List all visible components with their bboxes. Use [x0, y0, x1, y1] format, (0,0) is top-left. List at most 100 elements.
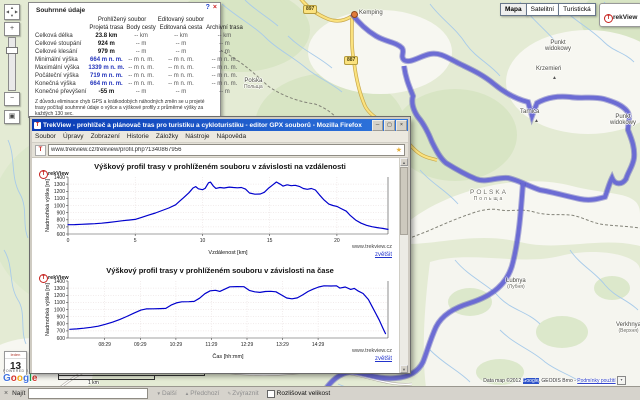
svg-text:600: 600 — [57, 336, 66, 342]
menu-item-2[interactable]: Zobrazení — [91, 133, 120, 140]
find-label: Najít — [12, 390, 25, 397]
table-row: Konečné převýšení-55 m-- m-- m-- m — [34, 88, 244, 96]
page-content: TrekView Výškový profil trasy v prohlíže… — [32, 158, 408, 373]
svg-text:Nadmořská výška [m]: Nadmořská výška [m] — [45, 179, 51, 232]
svg-text:1300: 1300 — [54, 182, 65, 188]
down-arrow-icon: ▼ — [156, 391, 160, 396]
find-next-button[interactable]: ▼Další — [156, 390, 176, 397]
enlarge-link[interactable]: zvětšit — [375, 252, 392, 258]
site-favicon-icon: T — [35, 145, 46, 156]
summary-panel: ?× Souhrnné údaje Prohlížený souborEdito… — [28, 2, 221, 118]
svg-text:1100: 1100 — [54, 300, 65, 306]
svg-text:08:29: 08:29 — [98, 342, 111, 348]
table-group-header-row: Prohlížený souborEditovaný soubor — [34, 16, 244, 24]
table-row: Celkové stoupání924 m-- m-- m-- m — [34, 40, 244, 48]
map-label-tarnica: Tarnica — [520, 109, 539, 115]
map-type-mapa-button[interactable]: Mapa — [500, 3, 527, 16]
vertical-scrollbar[interactable]: ▲ ▼ — [399, 158, 408, 373]
menu-item-0[interactable]: Soubor — [35, 133, 56, 140]
window-title: TrekView - prohlížeč a plánovač tras pro… — [43, 122, 371, 129]
trekview-logo-button[interactable]: TrekView — [599, 3, 640, 27]
scroll-up-icon[interactable]: ▲ — [400, 158, 408, 166]
menu-item-1[interactable]: Úpravy — [63, 133, 84, 140]
match-case-checkbox[interactable]: Rozlišovat velikost — [267, 390, 330, 398]
panel-close-button[interactable]: × — [213, 4, 217, 11]
scrollbar-thumb[interactable] — [400, 167, 408, 235]
svg-text:1000: 1000 — [54, 203, 65, 209]
maximize-button[interactable]: ▢ — [384, 120, 395, 131]
svg-text:11:29: 11:29 — [205, 342, 217, 348]
panel-title: Souhrnné údaje — [29, 3, 220, 16]
pan-control[interactable]: ▲ ▼ ◀ ▶ — [4, 4, 20, 20]
svg-text:900: 900 — [57, 210, 66, 216]
find-previous-button[interactable]: ▲Předchozí — [185, 390, 220, 397]
distance-profile-chart: TrekView Výškový profil trasy v prohlíže… — [32, 158, 408, 262]
date-widget-month: leden — [5, 352, 26, 359]
highlighter-icon: ✎ — [228, 391, 232, 396]
find-close-icon[interactable]: × — [4, 390, 8, 397]
menu-item-4[interactable]: Záložky — [156, 133, 178, 140]
road-shield-887: 887 — [344, 56, 358, 65]
table-row: Počáteční výška719 m n. m.-- m n. m.-- m… — [34, 72, 244, 80]
trekview-logo: TrekView — [39, 162, 69, 180]
zoom-slider-handle[interactable] — [6, 47, 18, 54]
overview-toggle-button[interactable]: ▣ — [4, 110, 20, 124]
chart-title: Výškový profil trasy v prohlíženém soubo… — [32, 262, 408, 275]
panel-help-button[interactable]: ? — [206, 4, 210, 11]
find-input[interactable] — [28, 388, 148, 399]
map-type-satellite-button[interactable]: Satelitní — [526, 3, 560, 16]
distance-profile-plot: 6007008009001000110012001300140005101520… — [42, 172, 394, 256]
map-attribution: Data map ©2012 Google, GEODIS Brno - Pod… — [483, 376, 626, 385]
summary-table: Prohlížený souborEditovaný souborProjetá… — [34, 16, 244, 96]
map-label-kemping: Kemping — [359, 10, 383, 16]
trekview-t-icon: T — [604, 14, 613, 23]
window-titlebar[interactable]: T TrekView - prohlížeč a plánovač tras p… — [32, 119, 408, 131]
menu-item-3[interactable]: Historie — [127, 133, 149, 140]
map-label-viewpoint-1: Punkt widokowy — [541, 40, 575, 52]
enlarge-link[interactable]: zvětšit — [375, 356, 392, 362]
pan-up-icon[interactable]: ▲ — [10, 6, 14, 10]
zoom-in-button[interactable]: + — [4, 22, 20, 36]
zoom-out-button[interactable]: − — [4, 92, 20, 106]
pan-left-icon[interactable]: ◀ — [6, 10, 9, 14]
trekview-logo: TrekView — [39, 266, 69, 284]
svg-text:700: 700 — [57, 225, 66, 231]
peak-icon: ▲ — [552, 76, 557, 81]
svg-text:14:29: 14:29 — [312, 342, 325, 348]
bookmark-star-icon[interactable]: ★ — [396, 146, 402, 155]
map-label-verkhnya: Verkhnya(Верхня) — [616, 322, 640, 334]
url-text: www.trekview.cz/trekview/profil.php?1340… — [51, 147, 396, 153]
svg-text:1200: 1200 — [54, 189, 65, 195]
map-label-lubnya: Lubnya(Лубня) — [506, 278, 526, 290]
menu-item-5[interactable]: Nástroje — [185, 133, 209, 140]
urlbar: T www.trekview.cz/trekview/profil.php?13… — [32, 143, 408, 158]
pan-right-icon[interactable]: ▶ — [15, 10, 18, 14]
close-button[interactable]: × — [396, 120, 407, 131]
panel-note: Z důvodu eliminace chyb GPS a krátkodobý… — [29, 96, 220, 117]
scroll-down-icon[interactable]: ▼ — [400, 365, 408, 373]
zoom-slider[interactable] — [8, 37, 16, 91]
campsite-marker-icon[interactable] — [351, 11, 358, 18]
map-type-switcher: Mapa Satelitní Turistická — [501, 3, 596, 16]
svg-text:09:29: 09:29 — [134, 342, 147, 348]
map-label-krzemien: Krzemień — [536, 66, 561, 72]
terms-link[interactable]: Podmínky použití — [577, 378, 615, 384]
site-watermark: www.trekview.cz — [352, 348, 392, 354]
map-label-polska-caps: POLSKAПольща — [470, 190, 508, 202]
url-input[interactable]: www.trekview.cz/trekview/profil.php?1340… — [48, 144, 405, 156]
window-favicon-icon: T — [34, 122, 41, 129]
svg-text:800: 800 — [57, 218, 66, 224]
svg-text:600: 600 — [57, 232, 66, 238]
svg-text:10: 10 — [200, 238, 206, 244]
map-type-tourist-button[interactable]: Turistická — [558, 3, 596, 16]
svg-text:10:29: 10:29 — [170, 342, 183, 348]
minimize-button[interactable]: ─ — [372, 120, 383, 131]
pan-down-icon[interactable]: ▼ — [10, 14, 14, 18]
menu-item-6[interactable]: Nápověda — [217, 133, 247, 140]
svg-text:1200: 1200 — [54, 293, 65, 299]
attribution-toggle-button[interactable]: ▾ — [617, 376, 626, 385]
highlight-all-button[interactable]: ✎Zvýraznit — [228, 390, 259, 397]
svg-text:1100: 1100 — [54, 196, 65, 202]
svg-text:5: 5 — [134, 238, 137, 244]
map-navigation-control: ▲ ▼ ◀ ▶ + − ▣ — [4, 4, 22, 125]
